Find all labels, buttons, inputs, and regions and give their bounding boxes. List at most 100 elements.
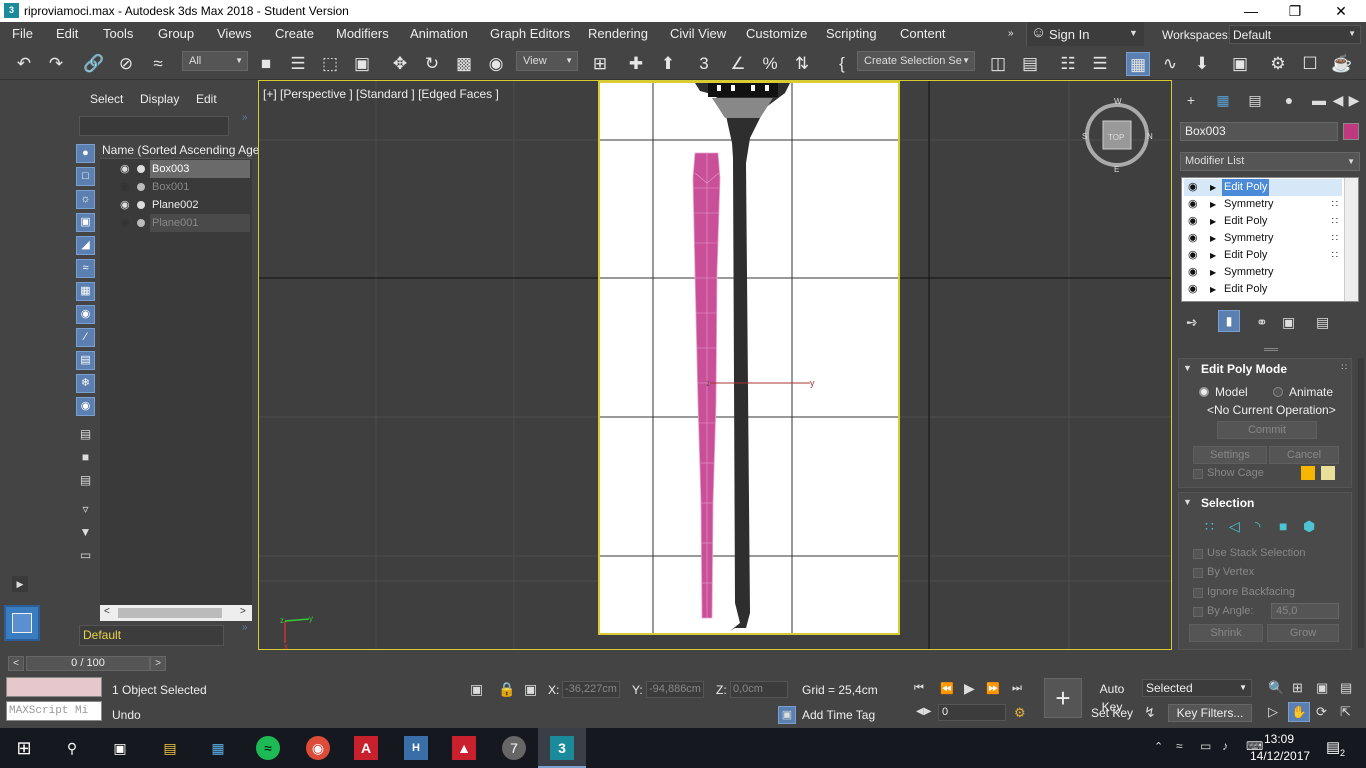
absolute-mode-icon[interactable]: ▣: [524, 681, 537, 698]
set-key-icon[interactable]: +: [1044, 678, 1082, 718]
expand-icon[interactable]: ▶: [1210, 196, 1216, 213]
redo-icon[interactable]: ↷: [44, 52, 68, 76]
viewport-layout-button[interactable]: [4, 605, 40, 641]
rollout-title[interactable]: Selection: [1201, 496, 1254, 510]
shrink-button[interactable]: Shrink: [1189, 624, 1263, 642]
key-mode-icon[interactable]: ◀▶: [916, 706, 931, 717]
filter-icon[interactable]: ▼: [78, 525, 93, 540]
placement-icon[interactable]: ◉: [484, 52, 508, 76]
folder-icon[interactable]: ▭: [78, 548, 93, 563]
animate-radio[interactable]: [1273, 387, 1283, 397]
material-editor-icon[interactable]: ▣: [1228, 52, 1252, 76]
pivot-center-icon[interactable]: ⊞: [588, 52, 612, 76]
time-tag-icon[interactable]: ▣: [778, 706, 796, 724]
configure-modifier-sets-icon[interactable]: ▤: [1316, 314, 1329, 331]
eye-icon[interactable]: ◉: [120, 160, 130, 178]
chevron-right-icon[interactable]: >: [240, 606, 246, 617]
edit-named-selection-icon[interactable]: {: [830, 52, 854, 76]
store-icon[interactable]: ▦: [206, 736, 230, 760]
auto-key-button[interactable]: Auto Key: [1088, 680, 1136, 714]
clock-time[interactable]: 13:09: [1264, 732, 1294, 746]
menu-graph-editors[interactable]: Graph Editors: [490, 26, 570, 41]
expand-ribbon-icon[interactable]: ▶: [12, 576, 28, 592]
expand-icon[interactable]: ▶: [1210, 179, 1216, 196]
make-unique-icon[interactable]: ⚭: [1256, 314, 1268, 331]
rect-selection-region-icon[interactable]: ⬚: [318, 52, 342, 76]
explorer-hscrollbar[interactable]: < >: [100, 605, 252, 621]
snaps-toggle-icon[interactable]: 3: [692, 52, 716, 76]
key-selection-dropdown[interactable]: Selected ▼: [1142, 679, 1252, 697]
polygon-icon[interactable]: ■: [1279, 518, 1287, 534]
play-icon[interactable]: ▶: [964, 680, 975, 697]
model-radio[interactable]: [1199, 387, 1209, 397]
task-view-icon[interactable]: ▣: [108, 736, 132, 760]
curve-editor-icon[interactable]: ∿: [1158, 52, 1182, 76]
search-icon[interactable]: ⚲: [60, 736, 84, 760]
eye-icon[interactable]: ◉: [1188, 230, 1198, 247]
show-end-result-icon[interactable]: ▮: [1218, 310, 1240, 332]
stack-item-edit-poly[interactable]: ◉ ▶ Edit Poly: [1184, 179, 1342, 196]
display-cameras-icon[interactable]: ▣: [76, 213, 95, 232]
close-button[interactable]: ✕: [1318, 1, 1364, 21]
expand-icon[interactable]: ▶: [1210, 213, 1216, 230]
mirror-icon[interactable]: ◫: [986, 52, 1010, 76]
go-to-start-icon[interactable]: ⏮: [914, 682, 924, 695]
stack-item-edit-poly[interactable]: ◉ ▶ Edit Poly ∷: [1184, 247, 1342, 264]
chevron-right-icon[interactable]: ▶: [1348, 92, 1360, 112]
menu-group[interactable]: Group: [158, 26, 194, 41]
file-explorer-icon[interactable]: ▤: [158, 736, 182, 760]
eye-hidden-icon[interactable]: ◉: [120, 214, 130, 232]
battery-icon[interactable]: ▭: [1200, 739, 1211, 753]
current-frame-spinner[interactable]: 0: [938, 704, 1006, 721]
select-object-icon[interactable]: ■: [254, 52, 278, 76]
stack-item-symmetry[interactable]: ◉ ▶ Symmetry ∷: [1184, 196, 1342, 213]
display-lights-icon[interactable]: ☼: [76, 190, 95, 209]
element-icon[interactable]: ⬢: [1303, 518, 1315, 535]
zoom-extents-icon[interactable]: ▣: [1316, 680, 1328, 696]
rollout-title[interactable]: Edit Poly Mode: [1201, 362, 1287, 376]
time-slider[interactable]: 0 / 100: [26, 656, 150, 671]
eye-hidden-icon[interactable]: ◉: [120, 178, 130, 196]
undo-icon[interactable]: ↶: [12, 52, 36, 76]
expand-icon[interactable]: ▶: [1210, 264, 1216, 281]
move-icon[interactable]: ✥: [388, 52, 412, 76]
explorer-search-input[interactable]: [79, 116, 229, 136]
houdini-icon[interactable]: H: [404, 736, 428, 760]
explorer-column-header[interactable]: Name (Sorted Ascending Age): [100, 141, 263, 159]
remove-modifier-icon[interactable]: ▣: [1282, 314, 1295, 331]
display-containers-icon[interactable]: ▤: [76, 351, 95, 370]
explorer-tab-edit[interactable]: Edit: [196, 92, 217, 106]
render-production-icon[interactable]: ☕: [1330, 52, 1354, 76]
menu-tools[interactable]: Tools: [103, 26, 133, 41]
display-bones-icon[interactable]: ∕: [76, 328, 95, 347]
menu-edit[interactable]: Edit: [56, 26, 78, 41]
zoom-extents-all-icon[interactable]: ▤: [1340, 680, 1352, 696]
grow-button[interactable]: Grow: [1267, 624, 1339, 642]
clock-date[interactable]: 14/12/2017: [1250, 749, 1310, 763]
eye-icon[interactable]: ◉: [1188, 247, 1198, 264]
render-setup-icon[interactable]: ⚙: [1266, 52, 1290, 76]
display-none-icon[interactable]: ■: [78, 450, 93, 465]
display-spacewarps-icon[interactable]: ≈: [76, 259, 95, 278]
modifier-list-dropdown[interactable]: Modifier List ▼: [1180, 152, 1360, 171]
select-by-name-icon[interactable]: ☰: [286, 52, 310, 76]
maximize-button[interactable]: ❐: [1272, 1, 1318, 21]
explorer-tab-select[interactable]: Select: [90, 92, 123, 106]
angle-snap-icon[interactable]: ∠: [726, 52, 750, 76]
explorer-row-plane001[interactable]: ◉ Plane001: [100, 214, 252, 232]
menu-customize[interactable]: Customize: [746, 26, 807, 41]
eye-icon[interactable]: ◉: [1188, 264, 1198, 281]
schematic-view-icon[interactable]: ⬇: [1190, 52, 1214, 76]
next-frame-icon[interactable]: ⏩: [986, 682, 1000, 695]
rotate-icon[interactable]: ↻: [420, 52, 444, 76]
workspaces-dropdown[interactable]: Default ▼: [1229, 25, 1361, 44]
notifications-icon[interactable]: ▤: [1326, 738, 1340, 756]
vertex-icon[interactable]: ∷: [1205, 518, 1214, 535]
modify-tab-icon[interactable]: ▦: [1212, 92, 1234, 112]
bind-spacewarp-icon[interactable]: ≈: [146, 52, 170, 76]
ignore-backfacing-checkbox[interactable]: [1193, 588, 1203, 598]
maxscript-input[interactable]: MAXScript Mi: [6, 701, 102, 721]
link-icon[interactable]: 🔗: [82, 52, 106, 76]
layer-dropdown[interactable]: Default: [79, 625, 224, 646]
border-icon[interactable]: ◝: [1255, 518, 1260, 535]
